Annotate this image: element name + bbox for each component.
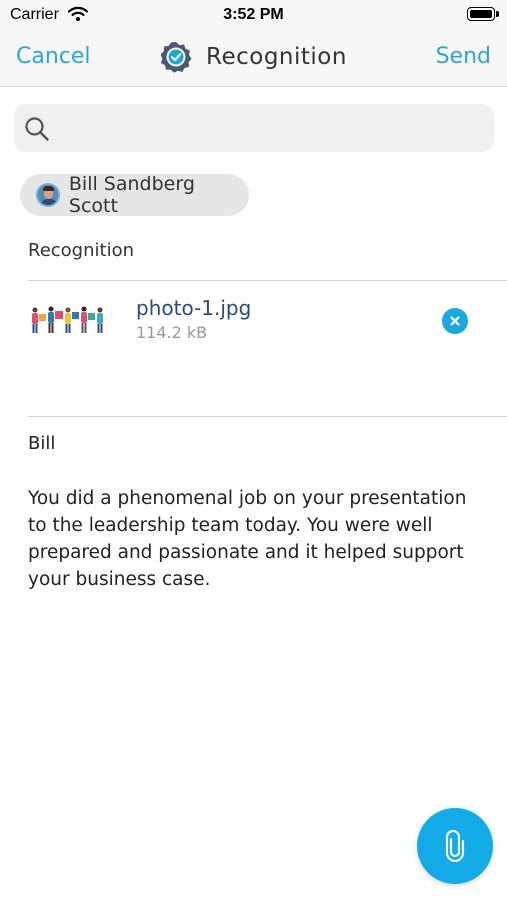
avatar	[36, 183, 60, 207]
message-greeting[interactable]: Bill	[28, 433, 55, 454]
recipient-name: Bill Sandberg Scott	[68, 173, 195, 217]
close-icon	[450, 316, 460, 326]
search-bar[interactable]	[14, 104, 494, 152]
nav-title-group: Recognition	[0, 41, 507, 73]
status-bar: Carrier 3:52 PM	[0, 0, 507, 30]
divider	[28, 416, 507, 417]
divider	[28, 280, 507, 281]
message-body[interactable]: You did a phenomenal job on your present…	[28, 485, 488, 593]
battery-icon	[467, 7, 499, 21]
search-input[interactable]	[64, 112, 484, 144]
send-button[interactable]: Send	[436, 44, 491, 69]
status-time: 3:52 PM	[223, 6, 284, 23]
attachment-file-name[interactable]: photo-1.jpg	[136, 296, 251, 320]
navigation-bar: Cancel Recognition Send	[0, 30, 507, 87]
section-label: Recognition	[28, 240, 134, 261]
recipient-chip[interactable]: Bill Sandberg Scott	[20, 173, 249, 217]
attach-button[interactable]	[417, 808, 493, 884]
page-title: Recognition	[206, 44, 347, 70]
search-icon	[25, 117, 49, 141]
attachment-thumbnail[interactable]	[28, 304, 108, 338]
attachment-file-size: 114.2 kB	[136, 323, 208, 342]
paperclip-icon	[445, 830, 465, 862]
verified-badge-icon	[160, 42, 192, 73]
remove-attachment-button[interactable]	[442, 308, 468, 334]
